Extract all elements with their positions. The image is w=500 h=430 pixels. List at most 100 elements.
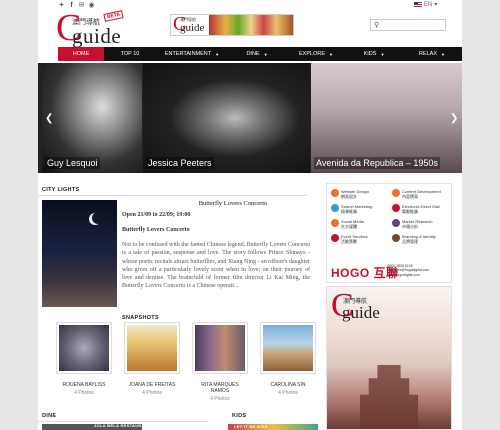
snapshot-count: 4 Photos [210, 396, 230, 402]
service-label-cn: 市場分析 [402, 224, 418, 229]
nav-item-top10[interactable]: TOP 10 [104, 47, 156, 61]
language-selector[interactable]: EN ▾ [414, 1, 437, 8]
chevron-down-icon: ▼ [380, 51, 385, 57]
slide-caption: Guy Lesquoi [45, 157, 100, 169]
nav-label: TOP 10 [120, 51, 140, 57]
banner-logo: C 澳門導航 guide [171, 15, 209, 35]
snapshot-thumb [124, 322, 180, 374]
nav-item-home[interactable]: HOME [58, 47, 104, 61]
snapshot-item[interactable]: JOANA DE FREITAS 4 Photos [124, 322, 180, 402]
moon-icon [92, 212, 104, 224]
service-label-cn: 網頁設計 [341, 194, 357, 199]
service-label-cn: 電郵推廣 [402, 209, 418, 214]
banner-logo-word: guide [180, 22, 205, 34]
snapshot-item[interactable]: CAROLINA SIN 4 Photos [260, 322, 316, 402]
nav-label: HOME [72, 51, 90, 57]
content-development-icon [392, 189, 400, 197]
service-item: Event Services 活動策劃 [331, 234, 388, 246]
snapshot-name: JOANA DE FREITAS [128, 382, 176, 388]
hogo-contact: (853) 2835 6108 enquiries@hogodigital.co… [387, 264, 429, 277]
hogo-digital-ad[interactable]: Website Design 網頁設計 Content Development 內容… [326, 183, 452, 283]
language-label: EN [424, 1, 433, 8]
chevron-down-icon: ▼ [215, 51, 220, 57]
beta-badge: BETA [103, 10, 124, 22]
main-nav: HOME TOP 10 ENTERTAINMENT ▼ DINE ▼ EXPLORE… [58, 47, 462, 61]
snapshot-list: ROUENA BAYLISS 4 Photos JOANA DE FREITAS… [56, 322, 316, 402]
event-date: Open 21/09 to 22/09; 19:00 [122, 212, 191, 218]
nav-label: EXPLORE [299, 51, 325, 57]
chevron-down-icon: ▼ [441, 51, 445, 57]
nav-label: KIDS [363, 51, 377, 57]
header-banner-ad[interactable]: C 澳門導航 guide [170, 14, 294, 36]
nav-item-explore[interactable]: EXPLORE ▼ [286, 47, 346, 61]
us-flag-icon [414, 2, 422, 7]
slide[interactable]: Avenida da Republica – 1950s [311, 63, 462, 173]
service-grid: Website Design 網頁設計 Content Development 內容… [331, 189, 449, 246]
snapshot-item[interactable]: RITA MARQUES RAMOS 4 Photos [192, 322, 248, 402]
service-item: Content Development 內容撰寫 [392, 189, 449, 201]
kids-preview-title[interactable]: LET IT BE KIDS [234, 424, 268, 429]
snapshot-thumb [192, 322, 248, 374]
banner-image [209, 15, 293, 35]
city-lights-heading: CITY LIGHTS [42, 187, 80, 193]
branding-icon [392, 234, 400, 242]
event-title[interactable]: Butterfly Lovers Concerto [148, 200, 318, 207]
search-icon: ⚲ [374, 22, 380, 29]
nav-item-kids[interactable]: KIDS ▼ [346, 47, 402, 61]
chevron-down-icon: ▾ [434, 2, 438, 8]
nav-item-relax[interactable]: RELAX ▼ [402, 47, 462, 61]
nav-label: DINE [246, 51, 260, 57]
service-label-cn: 搜尋推廣 [341, 209, 357, 214]
slide-caption: Jessica Peeters [146, 157, 214, 169]
website-design-icon [331, 189, 339, 197]
snapshot-item[interactable]: ROUENA BAYLISS 4 Photos [56, 322, 112, 402]
chevron-down-icon: ▼ [263, 51, 268, 57]
nav-item-dine[interactable]: DINE ▼ [228, 47, 286, 61]
slide[interactable]: Jessica Peeters [143, 63, 310, 173]
snapshot-count: 4 Photos [142, 390, 162, 396]
slide[interactable]: Guy Lesquoi [42, 63, 142, 173]
service-label-cn: 活動策劃 [341, 239, 357, 244]
snapshot-name: RITA MARQUES RAMOS [201, 382, 239, 394]
logo-word: guide [72, 24, 122, 48]
event-subtitle: Butterfly Lovers Concerto [122, 227, 190, 233]
service-item: Market Research 市場分析 [392, 219, 449, 231]
snapshot-name: ROUENA BAYLISS [62, 382, 106, 388]
cguide-cover-ad[interactable]: C 澳門導航 guide [326, 286, 452, 430]
snapshot-name: CAROLINA SIN [270, 382, 306, 388]
cover-logo-word: guide [342, 303, 380, 322]
service-item: Social Media 社交媒體 [331, 219, 388, 231]
snapshot-count: 4 Photos [278, 390, 298, 396]
divider [38, 195, 308, 196]
hogo-web: www.hogodigital.com [387, 272, 420, 277]
search-box[interactable]: ⚲ [370, 19, 446, 31]
hero-slider: Guy Lesquoi Jessica Peeters Avenida da R… [38, 63, 462, 173]
rss-icon[interactable]: ◉ [88, 2, 95, 9]
service-item: Branding & Identity 品牌管理 [392, 234, 449, 246]
event-description: Not to be confused with the famed Chines… [122, 242, 310, 290]
service-label-cn: 內容撰寫 [402, 194, 418, 199]
snapshot-thumb [260, 322, 316, 374]
market-research-icon [392, 219, 400, 227]
email-marketing-icon [392, 204, 400, 212]
nav-item-entertainment[interactable]: ENTERTAINMENT ▼ [156, 47, 228, 61]
service-item: Website Design 網頁設計 [331, 189, 388, 201]
kids-heading: KIDS [232, 413, 247, 419]
chevron-left-icon[interactable]: ❮ [45, 113, 53, 124]
service-label-cn: 品牌管理 [402, 239, 418, 244]
site-logo[interactable]: C 澳門導航 guide BETA [56, 9, 136, 48]
dine-preview-title[interactable]: JOLA BELA RESTAURANT [94, 423, 151, 428]
snapshots-heading: SNAPSHOTS [122, 315, 159, 321]
snapshot-count: 4 Photos [74, 390, 94, 396]
ruins-of-st-paul-image [360, 365, 418, 429]
chevron-down-icon: ▼ [329, 51, 333, 57]
chevron-right-icon[interactable]: ❯ [450, 113, 458, 124]
nav-label: RELAX [418, 51, 438, 57]
service-item: Search Marketing 搜尋推廣 [331, 204, 388, 216]
page: ✦ f ✉ ◉ C 澳門導航 guide BETA C 澳門導航 guide E… [38, 0, 462, 430]
event-services-icon [331, 234, 339, 242]
event-image[interactable] [42, 200, 117, 307]
divider [38, 421, 208, 422]
nav-label: ENTERTAINMENT [164, 51, 212, 57]
search-marketing-icon [331, 204, 339, 212]
